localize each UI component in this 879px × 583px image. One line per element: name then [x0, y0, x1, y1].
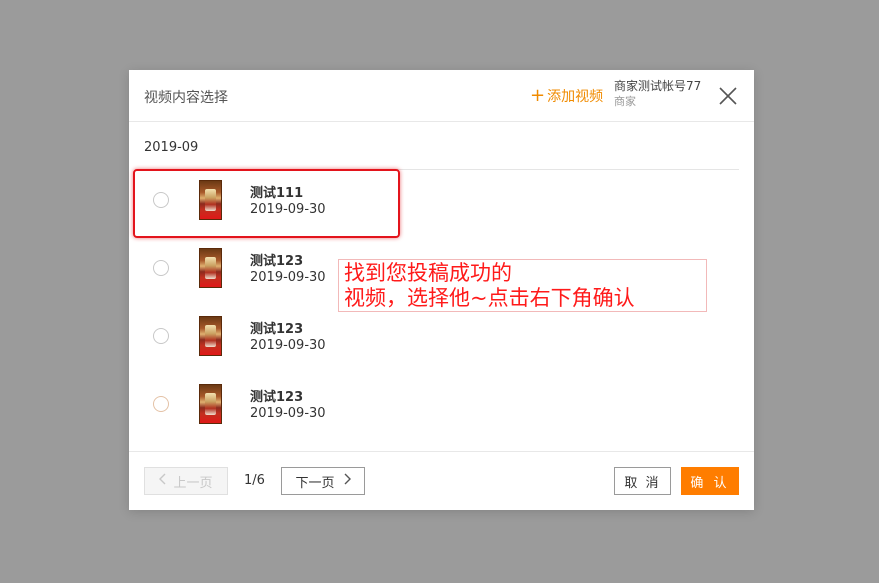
video-item[interactable]: 测试111 2019-09-30: [129, 170, 754, 238]
next-page-label: 下一页: [295, 475, 335, 491]
cancel-button[interactable]: 取 消: [614, 467, 671, 495]
video-radio[interactable]: [153, 396, 169, 412]
video-title: 测试111: [250, 186, 304, 201]
video-thumbnail: [199, 180, 222, 220]
video-title: 测试123: [250, 390, 304, 405]
video-item[interactable]: 测试123 2019-09-30: [129, 306, 754, 374]
annotation-line-1: 找到您投稿成功的: [344, 261, 512, 285]
chevron-left-icon: [159, 473, 167, 489]
video-thumbnail: [199, 316, 222, 356]
prev-page-button[interactable]: 上一页: [144, 467, 228, 495]
confirm-button[interactable]: 确 认: [681, 467, 739, 495]
date-group-label: 2019-09: [144, 140, 199, 155]
close-icon[interactable]: [716, 84, 740, 108]
annotation-line-2: 视频，选择他~点击右下角确认: [344, 286, 635, 310]
video-thumbnail: [199, 248, 222, 288]
page-indicator: 1/6: [244, 473, 265, 488]
video-thumbnail: [199, 384, 222, 424]
video-title: 测试123: [250, 254, 304, 269]
video-title: 测试123: [250, 322, 304, 337]
video-date: 2019-09-30: [250, 338, 326, 353]
instruction-annotation: 找到您投稿成功的 视频，选择他~点击右下角确认: [338, 259, 707, 312]
account-role: 商家: [614, 95, 636, 108]
dialog-footer: 上一页 1/6 下一页 取 消 确 认: [129, 451, 754, 510]
account-info: 商家测试帐号77 商家: [614, 78, 701, 110]
video-radio[interactable]: [153, 192, 169, 208]
chevron-right-icon: [343, 473, 351, 489]
account-name: 商家测试帐号77: [614, 79, 702, 93]
add-video-button[interactable]: + 添加视频: [530, 86, 603, 106]
video-date: 2019-09-30: [250, 202, 326, 217]
next-page-button[interactable]: 下一页: [281, 467, 365, 495]
video-radio[interactable]: [153, 328, 169, 344]
add-video-label: 添加视频: [547, 89, 604, 105]
video-date: 2019-09-30: [250, 406, 326, 421]
video-item[interactable]: 测试123 2019-09-30: [129, 374, 754, 442]
plus-icon: +: [530, 85, 546, 106]
prev-page-label: 上一页: [173, 475, 213, 491]
video-date: 2019-09-30: [250, 270, 326, 285]
dialog-header: 视频内容选择 + 添加视频 商家测试帐号77 商家: [129, 70, 754, 122]
dialog-title: 视频内容选择: [144, 90, 228, 106]
video-radio[interactable]: [153, 260, 169, 276]
